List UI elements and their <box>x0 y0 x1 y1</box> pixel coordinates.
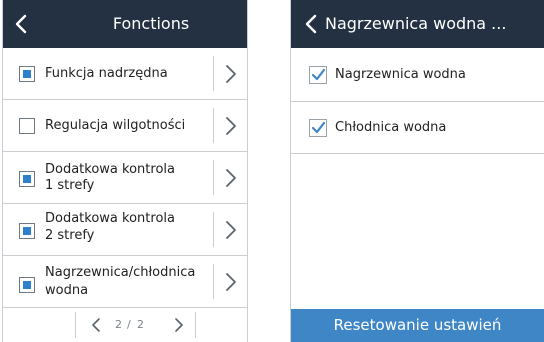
item-label-line1: Dodatkowa kontrola <box>45 211 175 226</box>
list-item-humidity[interactable]: Regulacja wilgotności <box>3 100 247 152</box>
divider <box>213 108 214 143</box>
water-heater-title: Nagrzewnica wodna ... <box>325 14 507 33</box>
chevron-right-icon[interactable] <box>223 167 239 189</box>
list-item-zone2-control[interactable]: Dodatkowa kontrola 2 strefy <box>3 204 247 256</box>
chevron-right-icon[interactable] <box>223 115 239 137</box>
check-icon <box>311 68 326 81</box>
water-heater-header: Nagrzewnica wodna ... <box>291 0 544 48</box>
page-total: 2 <box>137 318 144 331</box>
item-label: Funkcja nadrzędna <box>45 66 168 81</box>
list-item-water-heater-cooler[interactable]: Nagrzewnica/chłodnica wodna <box>3 256 247 308</box>
chevron-right-icon[interactable] <box>223 63 239 85</box>
checkbox[interactable] <box>19 66 35 82</box>
item-label-line2: wodna <box>45 283 89 298</box>
divider <box>213 56 214 91</box>
prev-page-chevron-icon[interactable] <box>86 314 108 336</box>
checkbox[interactable] <box>19 171 35 187</box>
checkbox[interactable] <box>19 223 35 239</box>
check-icon <box>311 121 326 134</box>
checkbox-checked[interactable] <box>309 119 327 137</box>
chevron-right-icon[interactable] <box>223 219 239 241</box>
item-label-line1: Dodatkowa kontrola <box>45 162 175 177</box>
pager-separator <box>75 312 76 338</box>
functions-header: Fonctions <box>3 0 247 48</box>
checkbox-checked[interactable] <box>309 66 327 84</box>
pager-separator <box>195 312 196 338</box>
water-heater-panel: Nagrzewnica wodna ... Nagrzewnica wodna … <box>290 0 544 342</box>
item-label: Nagrzewnica wodna <box>335 67 466 82</box>
item-label: Chłodnica wodna <box>335 120 447 135</box>
divider <box>213 264 214 299</box>
divider <box>213 160 214 195</box>
checkbox[interactable] <box>19 118 35 134</box>
functions-panel: Fonctions Funkcja nadrzędna Regulacja wi… <box>2 0 248 342</box>
page-current: 2 <box>115 318 122 331</box>
functions-title: Fonctions <box>112 14 190 33</box>
page-separator: / <box>127 318 131 331</box>
item-label-line2: 2 strefy <box>45 228 95 243</box>
reset-settings-button[interactable]: Resetowanie ustawień <box>291 309 544 342</box>
list-item-water-heater[interactable]: Nagrzewnica wodna <box>291 48 544 102</box>
divider <box>213 212 214 247</box>
checkbox[interactable] <box>19 277 35 293</box>
back-chevron-icon[interactable] <box>301 13 323 35</box>
item-label-line2: 1 strefy <box>45 178 95 193</box>
next-page-chevron-icon[interactable] <box>167 314 189 336</box>
list-item-zone1-control[interactable]: Dodatkowa kontrola 1 strefy <box>3 152 247 204</box>
list-item-water-cooler[interactable]: Chłodnica wodna <box>291 102 544 154</box>
item-label: Regulacja wilgotności <box>45 118 186 133</box>
pagination: 2 / 2 <box>3 308 247 342</box>
list-item-master-function[interactable]: Funkcja nadrzędna <box>3 48 247 100</box>
chevron-right-icon[interactable] <box>223 271 239 293</box>
item-label-line1: Nagrzewnica/chłodnica <box>45 265 196 280</box>
